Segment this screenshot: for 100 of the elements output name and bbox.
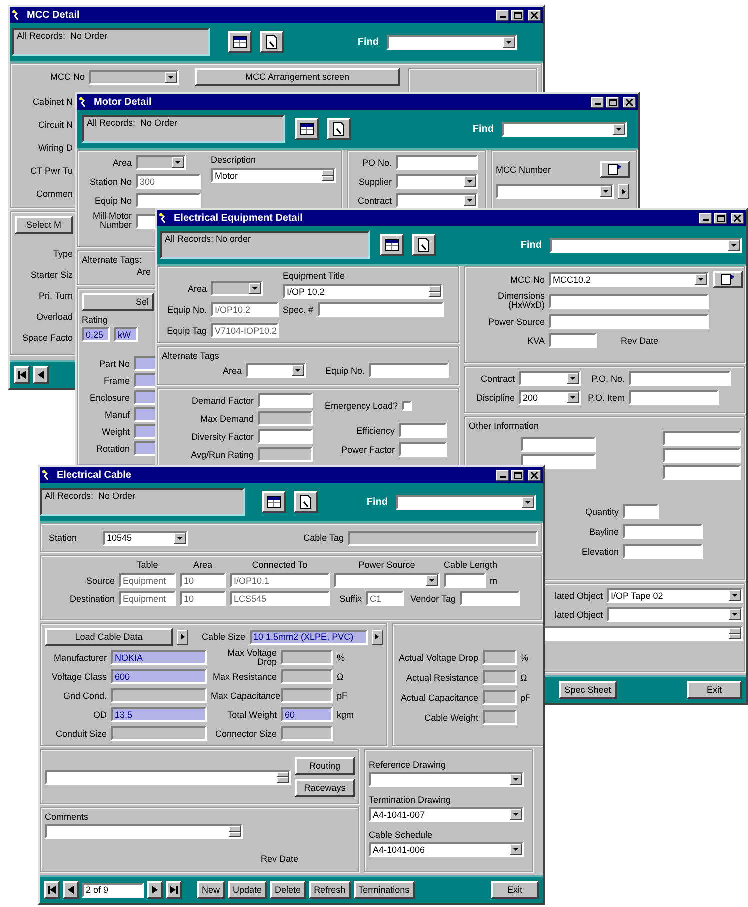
text-field[interactable]: 0.25: [82, 327, 110, 342]
text-field[interactable]: 600: [111, 669, 207, 684]
dropdown-field[interactable]: MCC10.2: [549, 272, 709, 287]
text-field[interactable]: [369, 363, 449, 378]
text-field[interactable]: [482, 690, 517, 705]
text-field[interactable]: V7104-IOP10.2: [211, 323, 279, 338]
text-field[interactable]: [258, 447, 313, 462]
dropdown-field[interactable]: A4-1041-006: [369, 842, 524, 857]
text-field[interactable]: 60: [281, 707, 333, 722]
text-field[interactable]: kW: [114, 327, 138, 342]
dropdown-field[interactable]: [211, 281, 263, 296]
minimize-button[interactable]: [699, 212, 712, 224]
form-button[interactable]: Terminations: [354, 881, 415, 899]
form-button[interactable]: Sel: [82, 293, 154, 311]
record-navigation-button[interactable]: [33, 366, 49, 384]
text-field[interactable]: [623, 544, 703, 559]
text-field[interactable]: [348, 530, 538, 546]
dropdown-field[interactable]: [607, 607, 743, 622]
maximize-button[interactable]: [714, 212, 727, 224]
text-field[interactable]: 13.5: [111, 707, 207, 722]
record-navigation-button[interactable]: [147, 881, 163, 899]
text-field[interactable]: [136, 193, 201, 208]
form-button[interactable]: Exit: [491, 881, 539, 899]
text-field[interactable]: [629, 371, 731, 386]
text-field[interactable]: [482, 650, 517, 665]
scrollbar-drawing[interactable]: [429, 286, 441, 297]
text-field[interactable]: [482, 710, 517, 725]
form-button[interactable]: Select M: [15, 216, 73, 234]
text-field[interactable]: [549, 333, 597, 348]
scrollbar-drawing[interactable]: [322, 170, 334, 181]
text-field[interactable]: [258, 393, 313, 408]
form-button[interactable]: Exit: [687, 681, 742, 699]
dropdown-field[interactable]: [496, 184, 614, 199]
text-field[interactable]: I/OP10.2: [211, 302, 279, 317]
dropdown-field[interactable]: [396, 174, 478, 189]
dropdown-field[interactable]: [246, 363, 306, 378]
dropdown-field[interactable]: [369, 772, 524, 787]
text-field[interactable]: 10: [180, 591, 226, 606]
maximize-button[interactable]: [511, 10, 524, 20]
toolbar-button[interactable]: [260, 31, 284, 53]
dropdown-field[interactable]: [136, 155, 186, 170]
scrollbar-drawing[interactable]: [277, 772, 289, 782]
text-area[interactable]: [45, 770, 291, 784]
text-field[interactable]: NOKIA: [111, 650, 207, 665]
dropdown-field[interactable]: 10545: [103, 530, 188, 546]
text-field[interactable]: [521, 454, 596, 469]
text-area[interactable]: Motor: [211, 168, 336, 183]
text-field[interactable]: [258, 411, 313, 426]
document-button[interactable]: [713, 271, 743, 288]
form-button[interactable]: Spec Sheet: [559, 681, 617, 699]
text-field[interactable]: Equipment: [119, 591, 176, 606]
minimize-button[interactable]: [496, 470, 509, 480]
text-field[interactable]: I/OP10.1: [230, 573, 330, 588]
maximize-button[interactable]: [511, 470, 524, 480]
text-field[interactable]: [399, 423, 447, 438]
text-field[interactable]: 10 1.5mm2 (XLPE, PVC): [250, 630, 368, 644]
text-field[interactable]: [281, 688, 333, 703]
text-field[interactable]: [629, 390, 719, 405]
scrollbar-drawing[interactable]: [229, 826, 241, 837]
minimize-button[interactable]: [496, 10, 509, 20]
text-field[interactable]: [281, 726, 333, 741]
toolbar-button[interactable]: [228, 31, 252, 53]
dropdown-field[interactable]: [519, 371, 581, 386]
form-button[interactable]: New: [197, 881, 226, 899]
form-button[interactable]: Load Cable Data: [45, 628, 173, 646]
text-field[interactable]: [399, 442, 447, 457]
close-button[interactable]: [731, 212, 744, 224]
form-button[interactable]: Raceways: [295, 779, 355, 797]
text-field[interactable]: C1: [366, 591, 404, 606]
dropdown-field[interactable]: [550, 238, 742, 252]
close-button[interactable]: [623, 96, 636, 108]
form-button[interactable]: Refresh: [309, 881, 351, 899]
small-button[interactable]: [372, 630, 383, 644]
text-field[interactable]: [281, 669, 333, 684]
form-button[interactable]: Delete: [270, 881, 306, 899]
text-field[interactable]: [521, 437, 596, 452]
record-navigation-button[interactable]: [63, 881, 79, 899]
dropdown-field[interactable]: 200: [519, 390, 581, 405]
close-button[interactable]: [528, 10, 541, 20]
minimize-button[interactable]: [591, 96, 604, 108]
text-field[interactable]: [549, 314, 709, 329]
dropdown-field[interactable]: [387, 34, 517, 50]
toolbar-button[interactable]: [295, 118, 319, 140]
maximize-button[interactable]: [606, 96, 619, 108]
text-field[interactable]: [444, 573, 486, 588]
text-field[interactable]: LCS545: [230, 591, 330, 606]
dropdown-field[interactable]: [396, 494, 536, 510]
text-area[interactable]: [45, 824, 243, 839]
dropdown-field[interactable]: [502, 122, 627, 136]
small-button[interactable]: [177, 630, 188, 644]
text-field[interactable]: [549, 294, 709, 308]
text-field[interactable]: 10: [180, 573, 226, 588]
toolbar-button[interactable]: [380, 234, 404, 256]
toolbar-button[interactable]: [327, 118, 351, 140]
text-field[interactable]: [460, 591, 520, 606]
checkbox[interactable]: [402, 401, 412, 411]
text-area[interactable]: I/OP 10.2: [283, 284, 443, 299]
form-button[interactable]: MCC Arrangement screen: [195, 68, 400, 86]
text-field[interactable]: [663, 448, 741, 463]
record-navigation-button[interactable]: [166, 881, 182, 899]
